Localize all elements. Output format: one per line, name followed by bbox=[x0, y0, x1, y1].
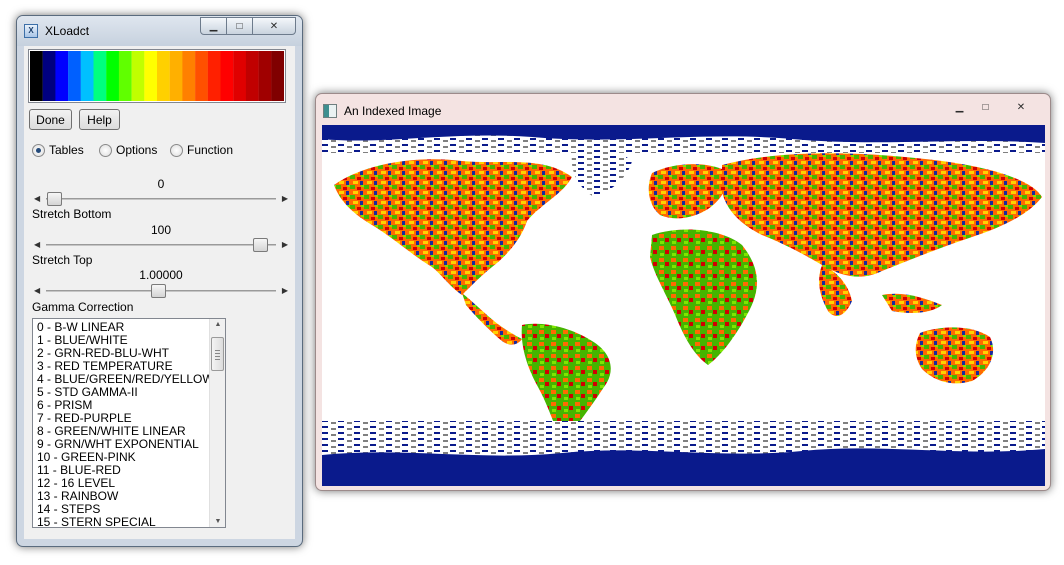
xloadct-titlebar[interactable]: X XLoadct ▁ □ ✕ bbox=[17, 16, 302, 46]
scroll-up-icon[interactable]: ▲ bbox=[210, 321, 225, 328]
color-stripe bbox=[258, 51, 272, 101]
color-stripe bbox=[182, 51, 196, 101]
slider-left-arrow-icon[interactable]: ◀ bbox=[34, 191, 40, 207]
scroll-thumb[interactable] bbox=[211, 337, 224, 371]
minimize-button[interactable]: ▁ bbox=[200, 17, 227, 35]
color-table-items: 0 - B-W LINEAR 1 - BLUE/WHITE 2 - GRN-RED-… bbox=[37, 321, 214, 528]
stretch-bottom-slider[interactable]: ◀ ▶ bbox=[34, 191, 288, 207]
idl-app-icon: X bbox=[24, 24, 38, 38]
slider-left-arrow-icon[interactable]: ◀ bbox=[34, 237, 40, 253]
stretch-bottom-label: Stretch Bottom bbox=[32, 207, 112, 221]
color-stripe bbox=[233, 51, 247, 101]
color-table-preview bbox=[28, 49, 286, 103]
radio-function-label: Function bbox=[187, 143, 234, 157]
radio-unselected-icon bbox=[170, 143, 183, 157]
maximize-button[interactable]: □ bbox=[972, 98, 999, 116]
color-stripe bbox=[207, 51, 221, 101]
radio-options-label: Options bbox=[116, 143, 158, 157]
minimize-icon: ▁ bbox=[209, 20, 218, 32]
grip-line bbox=[215, 350, 220, 351]
color-stripe bbox=[144, 51, 158, 101]
list-item[interactable]: 15 - STERN SPECIAL bbox=[37, 516, 214, 528]
image-window: An Indexed Image ▁ □ ✕ bbox=[315, 93, 1051, 491]
slider-left-arrow-icon[interactable]: ◀ bbox=[34, 283, 40, 299]
world-map-image bbox=[322, 125, 1045, 486]
indexed-image-canvas[interactable] bbox=[322, 125, 1045, 486]
xloadct-window: X XLoadct ▁ □ ✕ Done Help Tables Options… bbox=[16, 15, 303, 547]
color-stripe bbox=[245, 51, 259, 101]
xloadct-client: Done Help Tables Options Function 0 ◀ ▶ … bbox=[24, 46, 295, 539]
grip-line bbox=[215, 359, 220, 360]
slider-thumb[interactable] bbox=[151, 284, 166, 298]
color-stripe bbox=[271, 51, 285, 101]
color-stripe bbox=[42, 51, 56, 101]
xloadct-title: XLoadct bbox=[45, 24, 90, 38]
close-icon: ✕ bbox=[269, 20, 279, 32]
grip-line bbox=[215, 353, 220, 354]
color-table-gradient bbox=[30, 51, 285, 101]
close-button[interactable]: ✕ bbox=[252, 17, 296, 35]
slider-thumb[interactable] bbox=[47, 192, 62, 206]
slider-track bbox=[46, 244, 276, 246]
gamma-value: 1.00000 bbox=[139, 268, 183, 282]
color-stripe bbox=[30, 51, 43, 101]
stretch-top-label: Stretch Top bbox=[32, 253, 93, 267]
slider-right-arrow-icon[interactable]: ▶ bbox=[282, 237, 288, 253]
minimize-icon: ▁ bbox=[955, 101, 964, 113]
close-button[interactable]: ✕ bbox=[998, 98, 1044, 116]
gamma-label: Gamma Correction bbox=[32, 300, 134, 314]
maximize-icon: □ bbox=[236, 20, 243, 32]
close-icon: ✕ bbox=[1016, 101, 1026, 113]
help-button[interactable]: Help bbox=[79, 109, 120, 130]
stretch-top-slider[interactable]: ◀ ▶ bbox=[34, 237, 288, 253]
image-titlebar[interactable]: An Indexed Image ▁ □ ✕ bbox=[316, 94, 1050, 124]
grip-line bbox=[215, 356, 220, 357]
image-window-title: An Indexed Image bbox=[344, 104, 442, 118]
stretch-bottom-value: 0 bbox=[157, 177, 165, 191]
color-stripe bbox=[169, 51, 183, 101]
xloadct-window-controls: ▁ □ ✕ bbox=[200, 17, 296, 35]
color-stripe bbox=[131, 51, 145, 101]
maximize-button[interactable]: □ bbox=[226, 17, 253, 35]
color-stripe bbox=[106, 51, 120, 101]
scroll-down-icon[interactable]: ▼ bbox=[210, 518, 225, 525]
radio-tables-label: Tables bbox=[49, 143, 84, 157]
color-stripe bbox=[80, 51, 94, 101]
slider-thumb[interactable] bbox=[253, 238, 268, 252]
radio-function[interactable]: Function bbox=[170, 143, 233, 157]
window-app-icon bbox=[323, 104, 337, 118]
stretch-top-value: 100 bbox=[150, 223, 172, 237]
slider-right-arrow-icon[interactable]: ▶ bbox=[282, 283, 288, 299]
color-stripe bbox=[55, 51, 69, 101]
gamma-slider[interactable]: ◀ ▶ bbox=[34, 283, 288, 299]
slider-track bbox=[46, 198, 276, 200]
minimize-button[interactable]: ▁ bbox=[946, 98, 973, 116]
color-stripe bbox=[118, 51, 132, 101]
radio-unselected-icon bbox=[99, 143, 112, 157]
done-button[interactable]: Done bbox=[29, 109, 72, 130]
maximize-icon: □ bbox=[982, 101, 989, 113]
radio-options[interactable]: Options bbox=[99, 143, 157, 157]
color-stripe bbox=[68, 51, 81, 101]
color-stripe bbox=[157, 51, 170, 101]
list-scrollbar[interactable]: ▲ ▼ bbox=[209, 319, 225, 527]
image-window-controls: ▁ □ ✕ bbox=[946, 98, 1044, 116]
color-stripe bbox=[93, 51, 107, 101]
mode-radio-group: Tables Options Function bbox=[32, 143, 292, 159]
radio-selected-icon bbox=[32, 143, 45, 157]
slider-right-arrow-icon[interactable]: ▶ bbox=[282, 191, 288, 207]
color-table-list[interactable]: 0 - B-W LINEAR 1 - BLUE/WHITE 2 - GRN-RED-… bbox=[32, 318, 226, 528]
color-stripe bbox=[195, 51, 208, 101]
color-stripe bbox=[220, 51, 234, 101]
radio-tables[interactable]: Tables bbox=[32, 143, 84, 157]
